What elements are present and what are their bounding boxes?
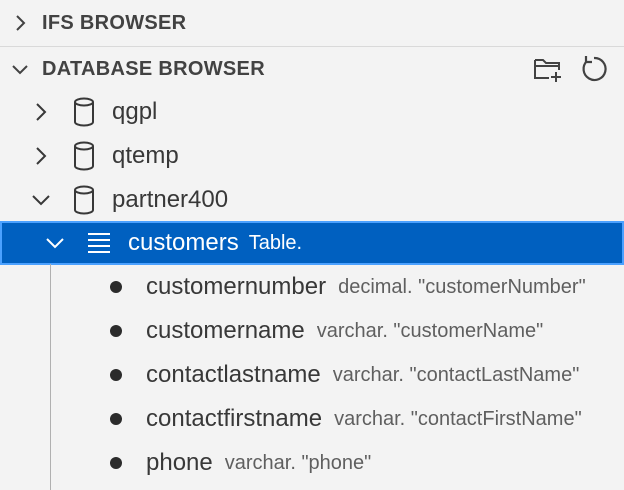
column-name: customernumber (146, 273, 327, 300)
folder-add-icon[interactable] (532, 53, 564, 85)
column-item[interactable]: contactlastname varchar. "contactLastNam… (0, 353, 624, 397)
library-name: qgpl (112, 98, 158, 125)
column-description: varchar. "contactFirstName" (334, 407, 582, 430)
column-item[interactable]: contactfirstname varchar. "contactFirstN… (0, 397, 624, 441)
column-name: phone (146, 449, 213, 476)
column-description: decimal. "customerNumber" (338, 275, 586, 298)
column-name: contactlastname (146, 361, 321, 388)
database-icon (74, 185, 94, 215)
column-description: varchar. "contactLastName" (332, 363, 580, 386)
column-name: contactfirstname (146, 405, 323, 432)
library-name: partner400 (112, 186, 229, 213)
header-actions (532, 53, 610, 85)
column-description: varchar. "customerName" (316, 319, 544, 342)
chevron-down-icon (32, 195, 50, 206)
database-icon (74, 97, 94, 127)
column-bullet-icon (110, 369, 122, 381)
column-description: varchar. "phone" (224, 451, 372, 474)
ifs-browser-header[interactable]: IFS BROWSER (0, 0, 624, 46)
table-type: Table. (248, 231, 303, 254)
library-item-partner400[interactable]: partner400 (0, 178, 624, 222)
column-bullet-icon (110, 325, 122, 337)
ifs-browser-title: IFS BROWSER (42, 11, 187, 34)
list-icon (88, 233, 110, 253)
chevron-right-icon (36, 147, 47, 165)
chevron-down-icon (46, 238, 64, 249)
chevron-down-icon (12, 65, 28, 75)
column-bullet-icon (110, 281, 122, 293)
chevron-right-icon (16, 15, 26, 31)
column-bullet-icon (110, 413, 122, 425)
column-bullet-icon (110, 457, 122, 469)
table-item-customers[interactable]: customers Table. (0, 221, 624, 265)
database-browser-title: DATABASE BROWSER (42, 57, 265, 80)
column-item[interactable]: customernumber decimal. "customerNumber" (0, 265, 624, 309)
column-item[interactable]: phone varchar. "phone" (0, 441, 624, 485)
database-icon (74, 141, 94, 171)
library-item-qtemp[interactable]: qtemp (0, 134, 624, 178)
chevron-right-icon (36, 103, 47, 121)
database-browser-header[interactable]: DATABASE BROWSER (0, 46, 624, 91)
refresh-icon[interactable] (578, 53, 610, 85)
table-name: customers (128, 229, 239, 256)
column-name: customername (146, 317, 305, 344)
column-item[interactable]: customername varchar. "customerName" (0, 309, 624, 353)
library-item-qgpl[interactable]: qgpl (0, 90, 624, 134)
library-name: qtemp (112, 142, 179, 169)
